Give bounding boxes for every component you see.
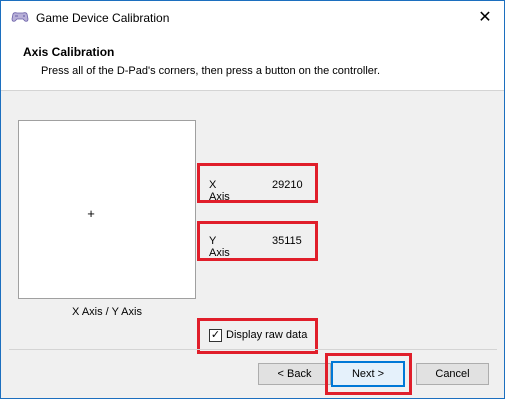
close-button[interactable]: ✕ xyxy=(466,1,504,33)
x-axis-value: 29210 xyxy=(272,179,303,191)
crosshair-marker: + xyxy=(87,206,95,221)
x-axis-label: X Axis xyxy=(209,179,230,203)
gamepad-icon xyxy=(11,12,29,22)
next-button[interactable]: Next > xyxy=(331,361,405,387)
close-icon: ✕ xyxy=(478,9,492,26)
wizard-header: Axis Calibration Press all of the D-Pad'… xyxy=(1,33,504,91)
page-instructions: Press all of the D-Pad's corners, then p… xyxy=(41,65,381,77)
y-axis-label: Y Axis xyxy=(209,235,230,259)
axis-position-canvas xyxy=(18,120,196,299)
display-raw-data-label: Display raw data xyxy=(226,329,308,341)
canvas-label: X Axis / Y Axis xyxy=(72,306,142,318)
checkbox-box[interactable]: ✓ xyxy=(209,328,222,342)
window-title: Game Device Calibration xyxy=(36,11,170,25)
display-raw-data-checkbox[interactable]: ✓ Display raw data xyxy=(209,328,307,342)
cancel-button[interactable]: Cancel xyxy=(416,363,489,385)
title-bar: Game Device Calibration ✕ xyxy=(1,1,504,33)
page-title: Axis Calibration xyxy=(23,45,115,59)
calibration-dialog: Game Device Calibration ✕ Axis Calibrati… xyxy=(0,0,505,399)
footer-separator xyxy=(9,349,497,350)
back-button[interactable]: < Back xyxy=(258,363,331,385)
checkmark-icon: ✓ xyxy=(210,328,221,341)
y-axis-value: 35115 xyxy=(272,235,302,247)
